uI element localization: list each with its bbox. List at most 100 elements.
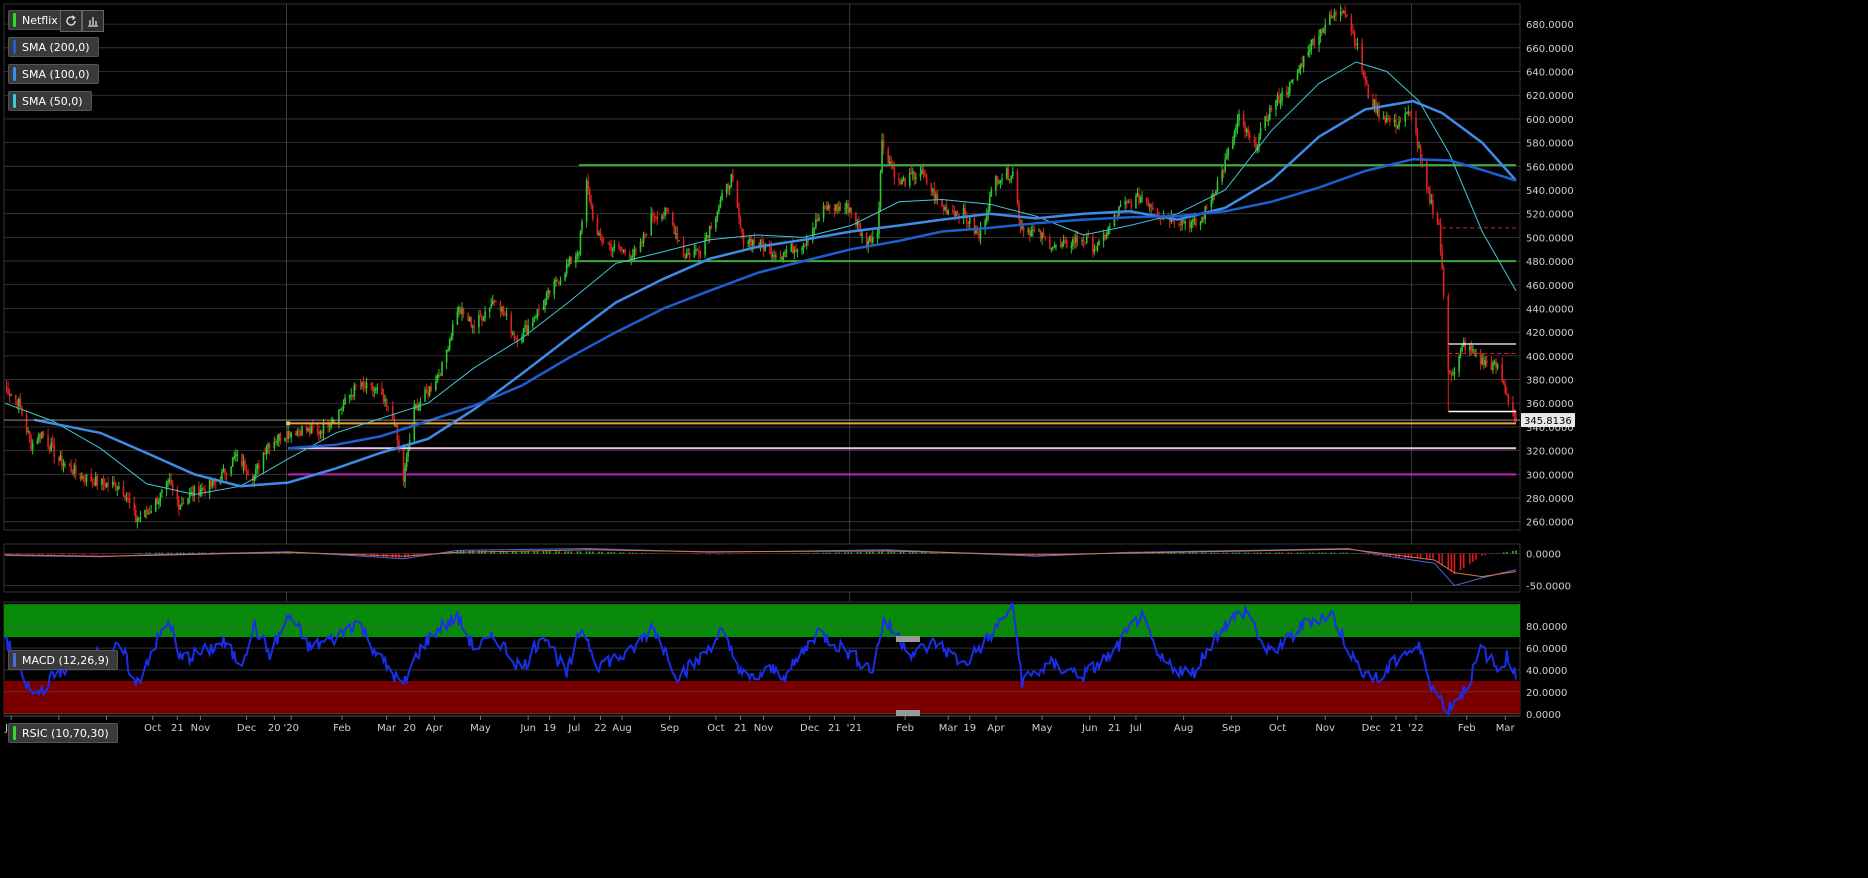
- time-tick-label: Sep: [660, 723, 679, 734]
- candle-body: [553, 280, 556, 295]
- candle-body: [990, 189, 993, 197]
- candle-body: [182, 503, 185, 505]
- candle-body: [1515, 417, 1517, 422]
- candle-body: [1021, 226, 1023, 229]
- candle-body: [1432, 200, 1434, 214]
- candle-body: [355, 384, 357, 386]
- candle-body: [1007, 168, 1010, 180]
- candle-body: [473, 326, 476, 328]
- candle-body: [427, 391, 429, 396]
- rsi-panel[interactable]: 80.0000 60.0000 40.0000 20.0000 0.0000: [3, 601, 1567, 721]
- panel-resize-handle[interactable]: [896, 636, 920, 642]
- candle-body: [542, 305, 545, 310]
- candle-body: [208, 480, 211, 493]
- candle-body: [785, 251, 788, 253]
- chart-canvas[interactable]: 680.0000 660.0000 640.0000 620.0000 600.0000…: [0, 0, 1868, 874]
- candle-body: [430, 386, 433, 391]
- price-tick-label: 500.0000: [1526, 233, 1574, 244]
- price-tick-label: 440.0000: [1526, 304, 1574, 315]
- candle-body: [619, 247, 622, 251]
- candle-body: [387, 405, 389, 407]
- candle-body: [904, 178, 906, 186]
- indicator-chip-sma50[interactable]: SMA (50,0): [8, 91, 92, 111]
- candle-body: [1373, 99, 1376, 108]
- candle-body: [1235, 127, 1237, 132]
- candle-body: [642, 234, 645, 244]
- macd-panel[interactable]: 0.0000 -50.0000: [3, 543, 1571, 593]
- indicator-chip-sma100[interactable]: SMA (100,0): [8, 64, 99, 84]
- candle-body: [861, 233, 863, 237]
- price-tick-label: 560.0000: [1526, 162, 1574, 173]
- candle-body: [1179, 224, 1182, 226]
- last-price-label: 345.8136: [1524, 416, 1572, 427]
- candle-body: [1087, 236, 1090, 238]
- candle-body: [1022, 226, 1025, 233]
- candle-body: [159, 492, 162, 501]
- candle-body: [1093, 249, 1096, 252]
- macd-chip[interactable]: MACD (12,26,9): [8, 650, 119, 670]
- candle-body: [936, 194, 939, 200]
- candle-body: [495, 300, 497, 303]
- candle-body: [1310, 39, 1313, 51]
- candle-body: [81, 476, 83, 479]
- candle-body: [1396, 126, 1399, 128]
- candle-body: [656, 216, 659, 220]
- macd-tick-label: 0.0000: [1526, 550, 1561, 561]
- candle-body: [502, 306, 505, 314]
- panel-resize-handle-2[interactable]: [896, 710, 920, 716]
- candle-body: [373, 390, 376, 392]
- candle-body: [310, 426, 313, 434]
- candle-body: [1127, 201, 1130, 203]
- candle-body: [556, 280, 559, 283]
- time-tick-label: Nov: [1315, 723, 1335, 734]
- candle-body: [1276, 95, 1279, 101]
- candle-body: [298, 430, 300, 432]
- candle-body: [1407, 111, 1410, 114]
- time-tick-label: Apr: [426, 723, 444, 734]
- candle-body: [698, 250, 700, 255]
- candle-body: [71, 471, 74, 474]
- candle-body: [935, 194, 937, 199]
- price-tick-label: 420.0000: [1526, 328, 1574, 339]
- candle-body: [1152, 207, 1154, 210]
- candle-body: [902, 178, 905, 181]
- candle-body: [1296, 73, 1299, 80]
- indicator-label: SMA (100,0): [22, 67, 90, 81]
- rsi-chip[interactable]: RSIC (10,70,30): [8, 723, 118, 743]
- candle-body: [524, 325, 526, 328]
- candle-body: [708, 225, 711, 237]
- candle-body: [901, 180, 903, 185]
- candle-body: [236, 453, 239, 455]
- candle-body: [978, 233, 980, 239]
- candle-body: [845, 203, 848, 209]
- indicator-chip-sma200[interactable]: SMA (200,0): [8, 37, 99, 57]
- candle-body: [1345, 14, 1348, 17]
- candle-body: [288, 431, 291, 438]
- time-tick-label: Feb: [333, 723, 351, 734]
- candle-body: [827, 204, 830, 210]
- candle-body: [779, 255, 782, 260]
- candle-body: [451, 324, 454, 336]
- candle-body: [1438, 222, 1440, 225]
- refresh-icon[interactable]: [60, 10, 82, 32]
- candle-body: [793, 249, 796, 254]
- symbol-chip[interactable]: Netflix: [8, 10, 67, 30]
- candle-body: [919, 173, 922, 178]
- candle-body: [747, 242, 749, 244]
- bar-chart-icon[interactable]: [82, 10, 104, 32]
- candle-body: [887, 148, 890, 164]
- candle-body: [321, 431, 323, 434]
- candle-body: [1393, 119, 1396, 123]
- candle-body: [365, 382, 368, 389]
- symbol-color-swatch: [13, 13, 16, 27]
- candle-body: [1076, 236, 1079, 241]
- price-tick-label: 580.0000: [1526, 139, 1574, 150]
- candle-body: [944, 207, 946, 211]
- candle-body: [1130, 201, 1133, 208]
- candle-body: [782, 252, 785, 257]
- candle-body: [268, 443, 271, 449]
- candle-body: [736, 180, 739, 208]
- candle-body: [1501, 363, 1503, 382]
- candle-body: [858, 222, 860, 227]
- candle-body: [1384, 117, 1387, 123]
